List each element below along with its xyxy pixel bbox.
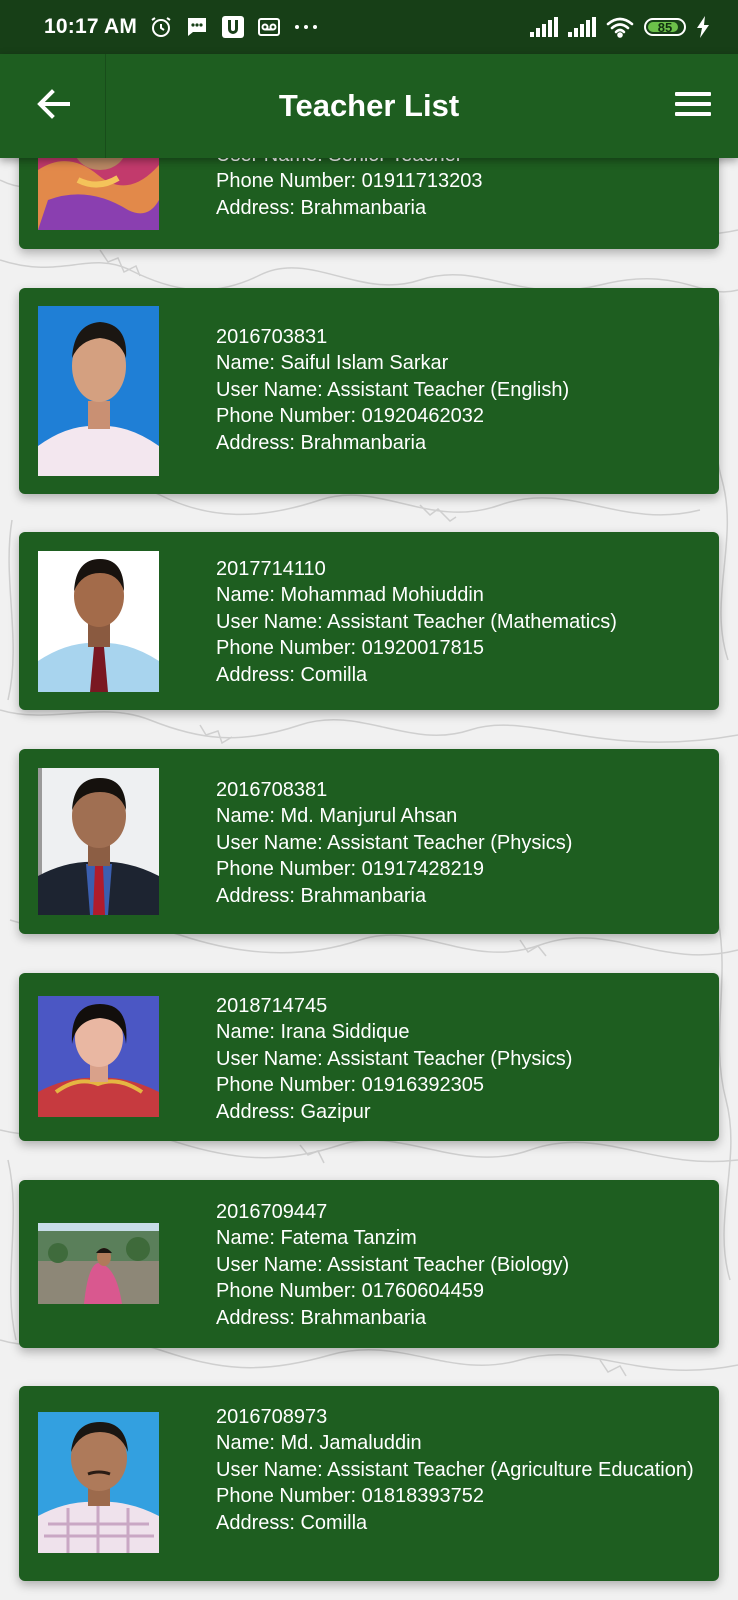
page-title: Teacher List: [278, 88, 460, 123]
teacher-card[interactable]: 2017714110 Name: Mohammad Mohiuddin User…: [19, 532, 719, 710]
teacher-name: Name: Saiful Islam Sarkar: [216, 352, 449, 375]
battery-icon: 85: [644, 18, 686, 36]
teacher-address: Address: Brahmanbaria: [216, 431, 427, 454]
signal-icon: [530, 17, 558, 37]
teacher-phone: Phone Number: 01920017815: [216, 637, 484, 660]
teacher-user-name: User Name: Assistant Teacher (Physics): [216, 1047, 573, 1070]
teacher-photo: [38, 768, 159, 915]
teacher-card[interactable]: 2016703831 Name: Saiful Islam Sarkar Use…: [19, 288, 719, 494]
teacher-phone: Phone Number: 01920462032: [216, 405, 484, 428]
teacher-card[interactable]: 2018714745 Name: Irana Siddique User Nam…: [19, 973, 719, 1141]
teacher-user-name: User Name: Assistant Teacher (Agricultur…: [216, 1458, 694, 1481]
teacher-card[interactable]: 2016709447 Name: Fatema Tanzim User Name…: [19, 1180, 719, 1348]
teacher-photo: [38, 551, 159, 692]
teacher-user-name: User Name: Assistant Teacher (English): [216, 378, 570, 401]
signal-icon: [568, 17, 596, 37]
status-bar: 10:17 AM 85: [0, 0, 738, 54]
status-time: 10:17 AM: [44, 15, 138, 38]
teacher-user-name: User Name: Assistant Teacher (Mathematic…: [216, 610, 617, 633]
teacher-id: 2018714745: [216, 995, 328, 1017]
teacher-address: Address: Comilla: [216, 663, 368, 686]
teacher-name: Name: Md. Manjurul Ahsan: [216, 805, 458, 828]
more-notifications-icon: [293, 15, 319, 39]
charging-icon: [696, 16, 710, 38]
teacher-card[interactable]: 2016708973 Name: Md. Jamaluddin User Nam…: [19, 1386, 719, 1581]
teacher-name: Name: Mohammad Mohiuddin: [216, 584, 484, 607]
voicemail-icon: [257, 15, 281, 39]
battery-percent: 85: [657, 19, 673, 35]
teacher-photo: [38, 1412, 159, 1553]
teacher-id: 2016708381: [216, 779, 328, 801]
teacher-name: Name: Fatema Tanzim: [216, 1227, 417, 1250]
teacher-phone: Phone Number: 01818393752: [216, 1485, 484, 1508]
wifi-icon: [606, 16, 634, 38]
teacher-list[interactable]: User Name: Senior Teacher Phone Number: …: [0, 0, 738, 1600]
teacher-address: Address: Gazipur: [216, 1100, 371, 1123]
teacher-user-name: User Name: Assistant Teacher (Physics): [216, 831, 573, 854]
teacher-user-name: User Name: Assistant Teacher (Biology): [216, 1253, 570, 1276]
teacher-address: Address: Brahmanbaria: [216, 884, 427, 907]
teacher-phone: Phone Number: 01911713203: [216, 170, 483, 193]
teacher-name: Name: Irana Siddique: [216, 1021, 410, 1044]
menu-button[interactable]: [670, 84, 716, 128]
teacher-phone: Phone Number: 01760604459: [216, 1280, 484, 1303]
teacher-address: Address: Brahmanbaria: [216, 1306, 427, 1329]
teacher-photo: [38, 996, 159, 1117]
hamburger-menu-icon: [675, 91, 711, 122]
teacher-address: Address: Comilla: [216, 1511, 368, 1534]
alarm-icon: [149, 15, 173, 39]
app-bar: Teacher List: [0, 54, 738, 158]
teacher-phone: Phone Number: 01916392305: [216, 1074, 484, 1097]
teacher-card[interactable]: 2016708381 Name: Md. Manjurul Ahsan User…: [19, 749, 719, 934]
teacher-id: 2016709447: [216, 1201, 328, 1223]
teacher-photo: [38, 306, 159, 476]
teacher-id: 2017714110: [216, 558, 326, 580]
teacher-phone: Phone Number: 01917428219: [216, 858, 484, 881]
teacher-address: Address: Brahmanbaria: [216, 196, 427, 219]
message-icon: [185, 15, 209, 39]
u-app-icon: [221, 15, 245, 39]
teacher-id: 2016703831: [216, 326, 328, 348]
teacher-id: 2016708973: [216, 1406, 328, 1428]
teacher-name: Name: Md. Jamaluddin: [216, 1432, 422, 1455]
teacher-photo: [38, 1223, 159, 1304]
